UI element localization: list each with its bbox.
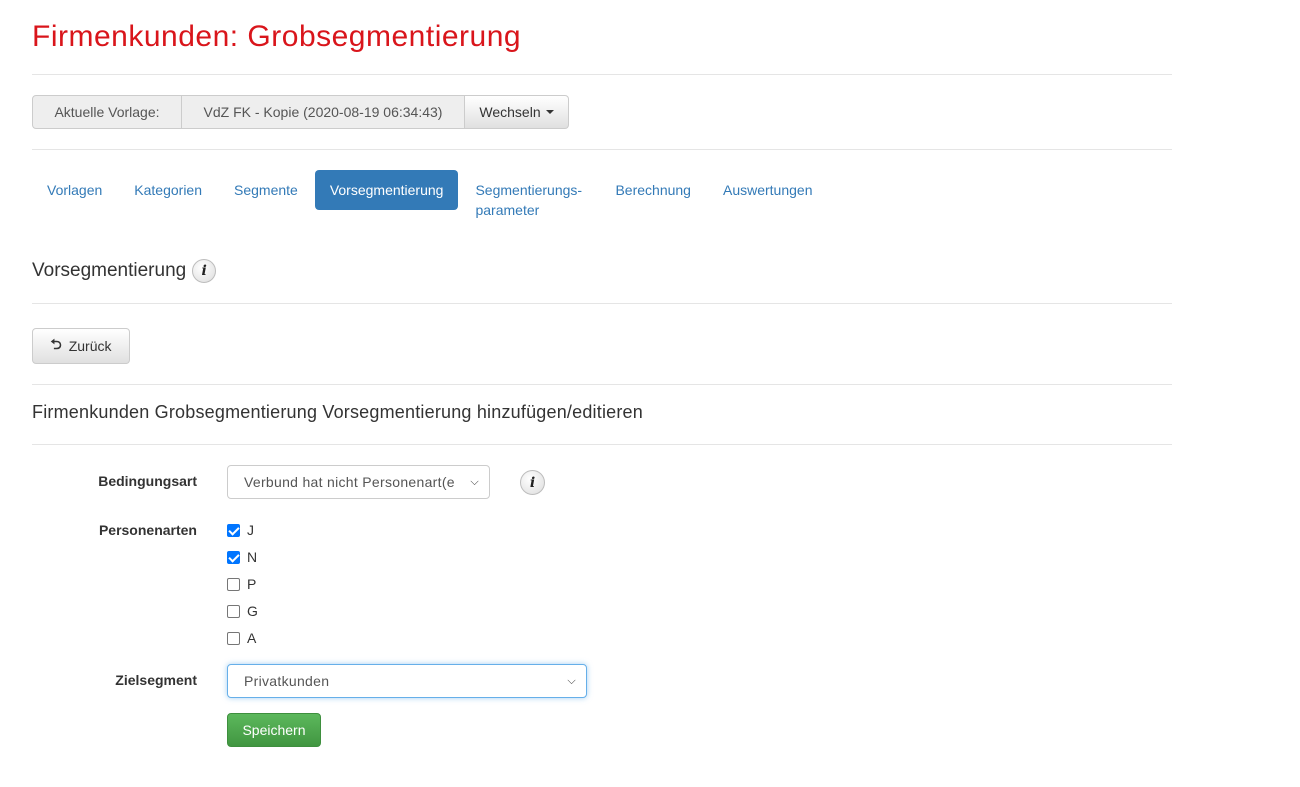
zielsegment-select[interactable]: Privatkunden ⌵	[227, 664, 587, 698]
return-arrow-icon: ⮌	[50, 336, 62, 352]
checkbox-label: N	[247, 549, 258, 565]
chevron-down-icon: ⌵	[470, 475, 479, 488]
form-title: Firmenkunden Grobsegmentierung Vorsegmen…	[32, 402, 643, 422]
divider	[32, 303, 1172, 304]
page: Firmenkunden: Grobsegmentierung Aktuelle…	[0, 0, 1300, 787]
current-template-label: Aktuelle Vorlage:	[32, 95, 182, 129]
checkbox[interactable]	[227, 577, 240, 591]
tab-auswertungen[interactable]: Auswertungen	[708, 170, 828, 230]
zielsegment-value: Privatkunden	[244, 673, 330, 689]
tab-kategorien[interactable]: Kategorien	[119, 170, 217, 230]
section-title-text: Vorsegmentierung	[32, 260, 187, 281]
checkbox-label: P	[247, 576, 257, 592]
back-button[interactable]: ⮌ Zurück	[32, 328, 130, 364]
info-icon[interactable]: i	[192, 259, 217, 283]
bedingungsart-value: Verbund hat nicht Personenart(e	[244, 474, 455, 490]
divider	[32, 74, 1172, 75]
checkbox-p[interactable]: P	[227, 576, 256, 592]
personenarten-label: Personenarten	[98, 522, 197, 538]
checkbox-label: A	[247, 630, 257, 646]
tab-vorlagen[interactable]: Vorlagen	[32, 170, 117, 230]
switch-template-button[interactable]: Wechseln	[465, 95, 569, 129]
back-button-label: Zurück	[68, 338, 112, 354]
current-template-bar: Aktuelle Vorlage: VdZ FK - Kopie (2020-0…	[32, 95, 569, 129]
tab-segmente[interactable]: Segmente	[219, 170, 313, 230]
tab-segmentierungsparameter[interactable]: Segmentierungs-parameter	[460, 170, 598, 230]
nav-tabs: Vorlagen Kategorien Segmente Vorsegmenti…	[32, 170, 830, 230]
checkbox[interactable]	[227, 604, 240, 618]
caret-down-icon	[545, 110, 554, 114]
checkbox[interactable]	[227, 523, 240, 537]
checkbox[interactable]	[227, 550, 240, 564]
zielsegment-label: Zielsegment	[115, 672, 197, 688]
tab-vorsegmentierung[interactable]: Vorsegmentierung	[314, 170, 459, 210]
divider	[32, 384, 1172, 385]
switch-template-label: Wechseln	[479, 104, 541, 120]
checkbox-a[interactable]: A	[227, 630, 256, 646]
checkbox-g[interactable]: G	[227, 603, 258, 619]
save-button[interactable]: Speichern	[227, 713, 321, 747]
divider	[32, 444, 1172, 445]
tab-berechnung[interactable]: Berechnung	[600, 170, 706, 230]
chevron-down-icon: ⌵	[567, 674, 576, 687]
checkbox-label: J	[247, 522, 254, 538]
checkbox-label: G	[247, 603, 258, 619]
bedingungsart-select[interactable]: Verbund hat nicht Personenart(e ⌵	[227, 465, 490, 499]
checkbox[interactable]	[227, 631, 240, 645]
checkbox-j[interactable]: J	[227, 522, 254, 538]
divider	[32, 149, 1172, 150]
section-title: Vorsegmentierung i	[32, 259, 217, 283]
page-title: Firmenkunden: Grobsegmentierung	[32, 20, 522, 53]
current-template-value: VdZ FK - Kopie (2020-08-19 06:34:43)	[182, 95, 465, 129]
info-icon[interactable]: i	[520, 470, 545, 495]
checkbox-n[interactable]: N	[227, 549, 257, 565]
bedingungsart-label: Bedingungsart	[98, 473, 197, 489]
